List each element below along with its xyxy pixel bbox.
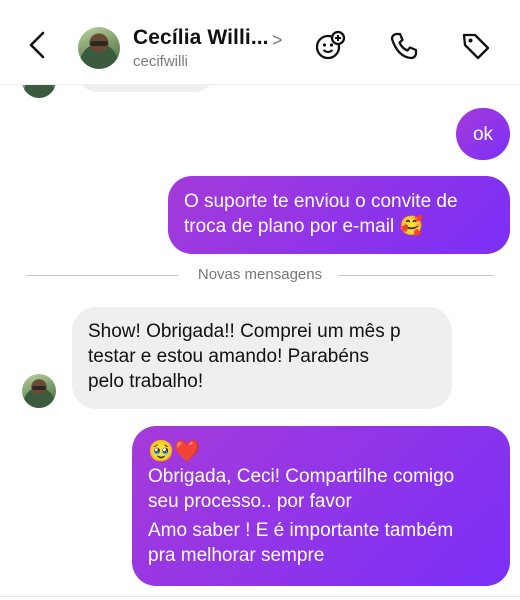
message-text-line: Show! Obrigada!! Comprei um mês p bbox=[88, 321, 401, 342]
sticker-icon[interactable] bbox=[314, 30, 346, 62]
message-text-line: troca de plano por e-mail 🥰 bbox=[184, 216, 424, 237]
message-text-line: Obrigada, Ceci! Compartilhe comigo bbox=[148, 466, 455, 487]
chat-header: Cecília Willi... > cecifwilli bbox=[0, 0, 520, 85]
tag-icon[interactable] bbox=[460, 30, 492, 62]
message-text: ok bbox=[472, 123, 494, 145]
message-text-line: seu processo.. por favor bbox=[148, 491, 352, 512]
divider-label: Novas mensagens bbox=[197, 266, 323, 283]
message-emoji-line: 🥹❤️ bbox=[148, 439, 201, 463]
message-bubble-outgoing[interactable]: 🥹❤️ Obrigada, Ceci! Compartilhe comigo s… bbox=[132, 426, 510, 586]
contact-avatar[interactable] bbox=[78, 27, 120, 69]
contact-avatar-small[interactable] bbox=[22, 374, 56, 408]
back-icon[interactable] bbox=[26, 30, 50, 60]
message-text-line: pra melhorar sempre bbox=[148, 545, 325, 566]
composer-divider bbox=[0, 596, 520, 597]
phone-icon[interactable] bbox=[388, 30, 420, 62]
message-text-line: pelo trabalho! bbox=[88, 371, 204, 392]
new-messages-divider: Novas mensagens bbox=[0, 263, 520, 287]
message-text-line: Amo saber ! E é importante também bbox=[148, 520, 454, 541]
message-text-line: O suporte te enviou o convite de bbox=[184, 191, 458, 212]
divider-rule bbox=[26, 275, 178, 276]
chevron-right-icon[interactable]: > bbox=[272, 30, 283, 51]
divider-rule bbox=[338, 275, 494, 276]
message-bubble-incoming[interactable]: Show! Obrigada!! Comprei um mês p testar… bbox=[72, 307, 452, 409]
contact-handle[interactable]: cecifwilli bbox=[133, 53, 188, 70]
message-bubble-outgoing[interactable]: O suporte te enviou o convite de troca d… bbox=[168, 176, 510, 254]
message-bubble-outgoing[interactable]: ok bbox=[456, 108, 510, 160]
contact-name[interactable]: Cecília Willi... bbox=[133, 26, 269, 50]
message-text-line: testar e estou amando! Parabéns bbox=[88, 346, 369, 367]
